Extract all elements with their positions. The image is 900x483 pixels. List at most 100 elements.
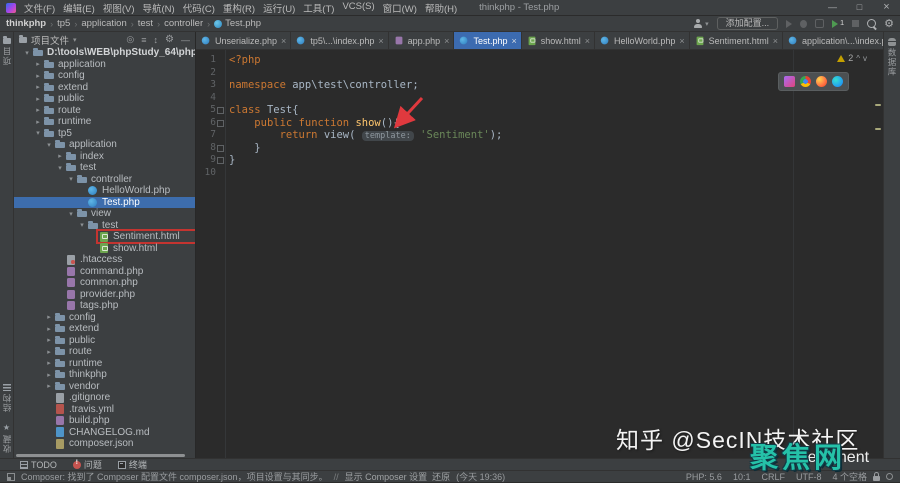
close-tab-icon[interactable]: ×	[679, 36, 684, 46]
tab-tp5\...\index.php[interactable]: tp5\...\index.php×	[291, 32, 388, 49]
tree-arrow-icon[interactable]: ▸	[33, 118, 43, 126]
menu-item[interactable]: 导航(N)	[138, 1, 178, 15]
menu-item[interactable]: 帮助(H)	[421, 1, 461, 15]
breadcrumb-item[interactable]: tp5	[57, 18, 70, 29]
status-widget[interactable]: 10:1	[733, 472, 751, 482]
chevron-down-icon[interactable]: ▾	[73, 36, 77, 44]
menu-item[interactable]: 代码(C)	[179, 1, 219, 15]
status-action[interactable]: 还原	[432, 472, 450, 482]
code-line[interactable]: }	[226, 154, 883, 167]
status-widget[interactable]: UTF-8	[796, 472, 822, 482]
tool-window-button-TODO[interactable]: TODO	[20, 460, 57, 470]
debug-icon[interactable]	[800, 20, 807, 28]
tree-arrow-icon[interactable]: ▸	[33, 95, 43, 103]
tree-arrow-icon[interactable]: ▾	[77, 221, 87, 229]
tree-item-runtime[interactable]: ▸runtime	[14, 116, 195, 128]
menu-item[interactable]: 窗口(W)	[379, 1, 421, 15]
event-log-icon[interactable]	[886, 473, 893, 480]
tree-item-runtime[interactable]: ▸runtime	[14, 358, 195, 370]
tool-window-toggle-icon[interactable]	[7, 473, 15, 481]
tree-item-provider.php[interactable]: provider.php	[14, 289, 195, 301]
menu-item[interactable]: 编辑(E)	[59, 1, 99, 15]
close-icon[interactable]	[873, 0, 900, 15]
fold-marker-icon[interactable]	[217, 120, 224, 127]
tree-item-tags.php[interactable]: tags.php	[14, 300, 195, 312]
warning-mark[interactable]	[875, 104, 881, 106]
tab-app.php[interactable]: app.php×	[389, 32, 455, 49]
tab-Unserialize.php[interactable]: Unserialize.php×	[196, 32, 291, 49]
tree-arrow-icon[interactable]: ▸	[33, 83, 43, 91]
tree-arrow-icon[interactable]: ▸	[44, 313, 54, 321]
status-action[interactable]: 显示 Composer 设置	[345, 472, 428, 482]
tree-item-application[interactable]: ▸application	[14, 59, 195, 71]
phpstorm-icon[interactable]	[784, 76, 795, 87]
tree-arrow-icon[interactable]: ▸	[44, 359, 54, 367]
menu-item[interactable]: 运行(U)	[259, 1, 299, 15]
tree-item-show.html[interactable]: show.html	[14, 243, 195, 255]
code-line[interactable]: }	[226, 142, 883, 155]
fold-marker-icon[interactable]	[217, 107, 224, 114]
close-tab-icon[interactable]: ×	[378, 36, 383, 46]
tree-item-thinkphp[interactable]: ▸thinkphp	[14, 369, 195, 381]
tree-item-Test.php[interactable]: Test.php	[14, 197, 195, 209]
tree-item-Sentiment.html[interactable]: Sentiment.html	[14, 231, 195, 243]
firefox-icon[interactable]	[816, 76, 827, 87]
code-line[interactable]	[226, 167, 883, 180]
breadcrumb-item[interactable]: test	[138, 18, 153, 29]
user-icon[interactable]	[693, 19, 702, 28]
tree-arrow-icon[interactable]: ▾	[66, 175, 76, 183]
tree-item-build.php[interactable]: build.php	[14, 415, 195, 427]
error-stripe[interactable]	[873, 50, 883, 458]
tree-item-controller[interactable]: ▾controller	[14, 174, 195, 186]
running-processes-icon[interactable]: 1	[832, 19, 844, 29]
code-line[interactable]: return view( template: 'Sentiment');	[226, 129, 883, 142]
tree-arrow-icon[interactable]: ▸	[33, 60, 43, 68]
stop-icon[interactable]	[852, 20, 859, 27]
tree-arrow-icon[interactable]: ▸	[33, 72, 43, 80]
tree-arrow-icon[interactable]: ▸	[44, 382, 54, 390]
add-configuration-button[interactable]: 添加配置...	[717, 17, 779, 30]
minimize-icon[interactable]	[819, 0, 846, 15]
inspection-widget[interactable]: 2 ^ v	[837, 53, 867, 63]
breadcrumb-item[interactable]: application	[81, 18, 126, 29]
menu-item[interactable]: 视图(V)	[99, 1, 139, 15]
locate-icon[interactable]: ◎	[126, 34, 134, 45]
search-icon[interactable]	[867, 19, 876, 28]
coverage-icon[interactable]	[815, 19, 824, 28]
tree-arrow-icon[interactable]: ▾	[33, 129, 43, 137]
tree-item-view[interactable]: ▾view	[14, 208, 195, 220]
tree-item-.travis.yml[interactable]: .travis.yml	[14, 404, 195, 416]
code-line[interactable]: public function show(){	[226, 117, 883, 130]
tree-arrow-icon[interactable]: ▾	[66, 210, 76, 218]
menu-item[interactable]: 工具(T)	[299, 1, 338, 15]
status-widget[interactable]: CRLF	[761, 472, 785, 482]
status-widget[interactable]: 4 个空格	[832, 470, 867, 483]
editor-body[interactable]: 12345678910 <?phpnamespace app\test\cont…	[196, 50, 883, 458]
run-icon[interactable]	[786, 20, 792, 28]
code-area[interactable]: <?phpnamespace app\test\controller;class…	[226, 50, 883, 458]
scrollbar-thumb[interactable]	[16, 454, 185, 457]
tree-item-command.php[interactable]: command.php	[14, 266, 195, 278]
tree-item-.htaccess[interactable]: .htaccess	[14, 254, 195, 266]
tool-button-database[interactable]: 数据库	[884, 38, 900, 77]
close-tab-icon[interactable]: ×	[585, 36, 590, 46]
chrome-icon[interactable]	[800, 76, 811, 87]
tree-arrow-icon[interactable]: ▾	[22, 49, 32, 57]
maximize-icon[interactable]	[846, 0, 873, 15]
menu-item[interactable]: VCS(S)	[338, 1, 378, 15]
tree-arrow-icon[interactable]: ▸	[44, 371, 54, 379]
project-view-title[interactable]: 项目文件	[31, 33, 69, 47]
prev-warning-icon[interactable]: ^	[856, 54, 860, 63]
warning-mark[interactable]	[875, 128, 881, 130]
lock-icon[interactable]	[873, 476, 880, 481]
collapse-all-icon[interactable]: ≡	[141, 35, 146, 45]
tree-arrow-icon[interactable]: ▾	[44, 141, 54, 149]
next-warning-icon[interactable]: v	[863, 54, 867, 63]
tab-HelloWorld.php[interactable]: HelloWorld.php×	[595, 32, 690, 49]
tree-item-HelloWorld.php[interactable]: HelloWorld.php	[14, 185, 195, 197]
tree-item-CHANGELOG.md[interactable]: CHANGELOG.md	[14, 427, 195, 439]
menu-item[interactable]: 重构(R)	[219, 1, 259, 15]
tool-button-project[interactable]: 项目	[0, 38, 13, 65]
tree-item-application[interactable]: ▾application	[14, 139, 195, 151]
tab-Sentiment.html[interactable]: Sentiment.html×	[690, 32, 783, 49]
